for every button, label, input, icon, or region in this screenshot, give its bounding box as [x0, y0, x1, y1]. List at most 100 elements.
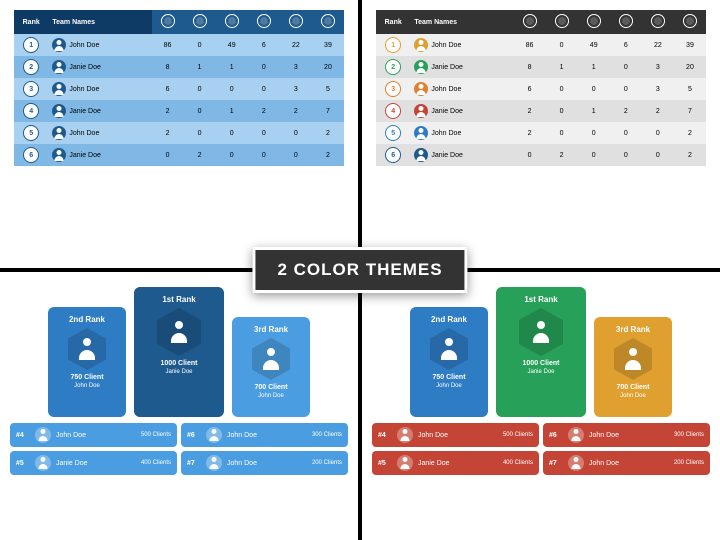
avatar-icon — [568, 455, 584, 471]
team-name: Janie Doe — [69, 108, 101, 115]
client-count: 200 Clients — [674, 460, 704, 466]
team-name: Janie Doe — [431, 108, 463, 115]
list-item: #5 Janie Doe 400 Clients — [10, 451, 177, 475]
avatar-icon — [397, 455, 413, 471]
table-row: 4 Janie Doe 201227 — [14, 100, 344, 122]
client-count: 500 Clients — [141, 432, 171, 438]
team-name: Janie Doe — [69, 152, 101, 159]
stat-cell: 0 — [546, 122, 578, 144]
avatar-hex — [252, 338, 290, 380]
avatar-icon — [414, 104, 428, 118]
stat-cell: 0 — [578, 78, 610, 100]
theme-blue-podium: 2nd Rank 750 Client John Doe 1st Rank 10… — [0, 272, 358, 540]
rank-card-1: 1st Rank 1000 Client Janie Doe — [496, 287, 586, 417]
client-count: 500 Clients — [503, 432, 533, 438]
person-icon — [260, 348, 282, 370]
stat-cell: 22 — [642, 34, 674, 56]
table-row: 6 Janie Doe 020002 — [376, 144, 706, 166]
team-name: Janie Doe — [69, 64, 101, 71]
stat-cell: 20 — [674, 56, 706, 78]
stat-cell: 0 — [280, 122, 312, 144]
avatar-hex — [519, 308, 563, 356]
person-name: John Doe — [414, 383, 484, 389]
medal-icon: 3 — [23, 81, 39, 97]
team-name: John Doe — [431, 86, 461, 93]
stat-cell: 2 — [152, 100, 184, 122]
handshake-icon — [289, 14, 303, 28]
rank-number: #4 — [16, 432, 30, 439]
stat-cell: 3 — [642, 78, 674, 100]
person-name: John Doe — [52, 383, 122, 389]
stat-cell: 6 — [514, 78, 546, 100]
client-count: 1000 Client — [500, 360, 582, 367]
client-count: 400 Clients — [141, 460, 171, 466]
stat-cell: 2 — [312, 122, 344, 144]
stat-cell: 0 — [546, 34, 578, 56]
stat-cell: 1 — [578, 100, 610, 122]
leaderboard-table: Rank Team Names 1 John Doe 86049622392 J… — [376, 10, 706, 166]
stat-cell: 2 — [248, 100, 280, 122]
stat-cell: 0 — [642, 144, 674, 166]
avatar-icon — [35, 455, 51, 471]
rank-label: 2nd Rank — [52, 315, 122, 324]
list-item: #4 John Doe 500 Clients — [10, 423, 177, 447]
medal-icon: 5 — [23, 125, 39, 141]
rank-number: #5 — [378, 460, 392, 467]
stat-cell: 0 — [248, 78, 280, 100]
stat-cell: 0 — [216, 78, 248, 100]
list-item: #5 Janie Doe 400 Clients — [372, 451, 539, 475]
team-name: John Doe — [69, 130, 99, 137]
person-name: John Doe — [227, 432, 307, 439]
stat-cell: 3 — [642, 56, 674, 78]
handshake-icon — [651, 14, 665, 28]
person-name: John Doe — [236, 393, 306, 399]
stat-cell: 0 — [280, 144, 312, 166]
rank-card-3: 3rd Rank 700 Client John Doe — [232, 317, 310, 417]
user-icon — [257, 14, 271, 28]
table-row: 2 Janie Doe 8110320 — [14, 56, 344, 78]
table-row: 5 John Doe 200002 — [14, 122, 344, 144]
user-icon — [619, 14, 633, 28]
title-badge: 2 COLOR THEMES — [252, 247, 467, 293]
table-row: 2 Janie Doe 8110320 — [376, 56, 706, 78]
avatar-icon — [52, 148, 66, 162]
stat-cell: 0 — [578, 122, 610, 144]
medal-icon: 5 — [385, 125, 401, 141]
stat-cell: 2 — [152, 122, 184, 144]
col-team: Team Names — [48, 10, 151, 34]
stat-cell: 0 — [152, 144, 184, 166]
rank-number: #6 — [187, 432, 201, 439]
rank-label: 3rd Rank — [236, 325, 306, 334]
medal-icon: 2 — [385, 59, 401, 75]
theme-color-podium: 2nd Rank 750 Client John Doe 1st Rank 10… — [362, 272, 720, 540]
person-name: Janie Doe — [418, 460, 498, 467]
avatar-icon — [52, 104, 66, 118]
col-team: Team Names — [410, 10, 513, 34]
client-count: 750 Client — [414, 374, 484, 381]
stat-cell: 1 — [546, 56, 578, 78]
rank-label: 1st Rank — [138, 295, 220, 304]
table-row: 4 Janie Doe 201227 — [376, 100, 706, 122]
avatar-icon — [52, 126, 66, 140]
leaderboard-table: Rank Team Names 1 John Doe 86049622392 J… — [14, 10, 344, 166]
rank-number: #4 — [378, 432, 392, 439]
list-item: #6 John Doe 300 Clients — [181, 423, 348, 447]
tag-icon — [321, 14, 335, 28]
stat-cell: 39 — [312, 34, 344, 56]
medal-icon: 2 — [23, 59, 39, 75]
team-name: John Doe — [69, 42, 99, 49]
stat-cell: 0 — [184, 34, 216, 56]
avatar-icon — [414, 148, 428, 162]
medal-icon: 3 — [385, 81, 401, 97]
rank-number: #5 — [16, 460, 30, 467]
team-name: Janie Doe — [431, 64, 463, 71]
stat-cell: 5 — [674, 78, 706, 100]
medal-icon: 1 — [23, 37, 39, 53]
tag-icon — [683, 14, 697, 28]
stat-cell: 0 — [610, 144, 642, 166]
person-name: Janie Doe — [56, 460, 136, 467]
list-item: #4 John Doe 500 Clients — [372, 423, 539, 447]
avatar-icon — [397, 427, 413, 443]
avatar-icon — [52, 60, 66, 74]
team-name: Janie Doe — [431, 152, 463, 159]
